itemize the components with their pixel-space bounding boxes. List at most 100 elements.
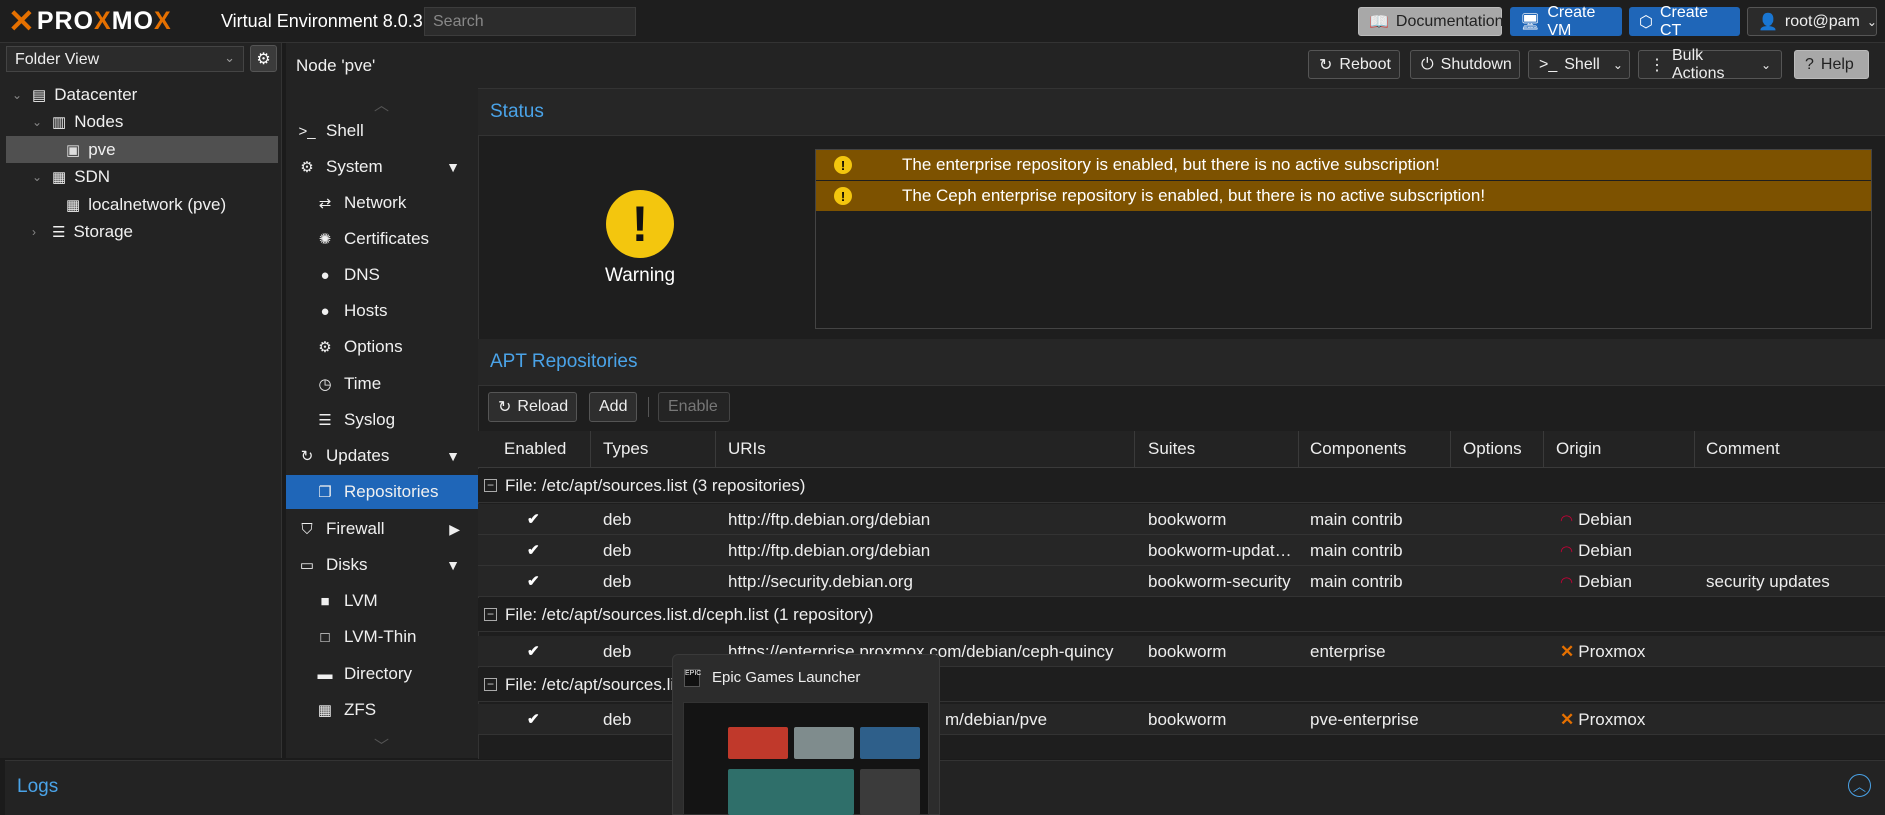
search-input[interactable]: Search <box>424 7 636 36</box>
user-menu-button[interactable]: 👤 root@pam ⌄ <box>1747 7 1877 36</box>
product-version: Virtual Environment 8.0.3 <box>221 11 423 31</box>
nav-syslog[interactable]: ☰ Syslog <box>286 403 478 437</box>
expand-icon[interactable]: ⌄ <box>32 170 44 184</box>
scroll-down-icon[interactable]: ﹀ <box>374 735 389 756</box>
tree-item-sdn[interactable]: ⌄ ▦ SDN <box>32 164 110 190</box>
thumbnail-tile <box>728 727 788 759</box>
terminal-icon: >_ <box>1539 55 1558 73</box>
column-header-options[interactable]: Options <box>1463 439 1522 459</box>
documentation-button[interactable]: 📖 Documentation <box>1358 7 1504 36</box>
shutdown-button[interactable]: ⏻ Shutdown <box>1410 50 1520 79</box>
cell-suite: bookworm <box>1148 710 1227 729</box>
logs-panel <box>5 760 1885 815</box>
expand-icon[interactable]: ⌄ <box>12 88 24 102</box>
thumbnail-tile <box>794 727 854 759</box>
nav-updates[interactable]: ↻ Updates ▼ <box>286 439 478 473</box>
column-header-origin[interactable]: Origin <box>1556 439 1601 459</box>
view-selector[interactable]: Folder View ⌄ <box>6 46 244 72</box>
table-group-header[interactable]: − File: /etc/apt/sources.list.d/ceph.list… <box>478 598 1885 632</box>
cube-icon: ⬡ <box>1639 13 1653 31</box>
apt-repositories-header: APT Repositories <box>478 339 1885 386</box>
proxmox-logo[interactable]: ✕ PROXMOX <box>8 3 172 39</box>
cell-origin: ✕ Proxmox <box>1560 710 1646 729</box>
nav-zfs[interactable]: ▦ ZFS <box>286 693 478 727</box>
nav-hosts[interactable]: ● Hosts <box>286 294 478 328</box>
cell-origin: ◠ Debian <box>1560 572 1632 591</box>
cell-uri: http://security.debian.org <box>728 572 913 591</box>
table-row[interactable]: ✔ deb http://ftp.debian.org/debian bookw… <box>478 504 1885 535</box>
column-header-types[interactable]: Types <box>603 439 648 459</box>
cell-components: main contrib <box>1310 510 1403 529</box>
column-divider <box>715 431 716 468</box>
nav-dns[interactable]: ● DNS <box>286 258 478 292</box>
tree-item-nodes[interactable]: ⌄ ▥ Nodes <box>32 109 123 135</box>
shell-button[interactable]: >_ Shell ⌄ <box>1528 50 1630 79</box>
column-header-suites[interactable]: Suites <box>1148 439 1195 459</box>
nav-options[interactable]: ⚙ Options <box>286 330 478 364</box>
thumbnail-tile <box>860 727 920 759</box>
tree-item-pve[interactable]: ▣ pve <box>66 137 116 163</box>
create-ct-button[interactable]: ⬡ Create CT <box>1629 4 1740 39</box>
column-divider <box>1543 431 1544 468</box>
expand-icon[interactable]: ⌄ <box>32 115 44 129</box>
expand-icon[interactable]: › <box>32 225 44 239</box>
nav-lvm-thin[interactable]: □ LVM-Thin <box>286 620 478 654</box>
nav-system[interactable]: ⚙ System ▼ <box>286 150 478 184</box>
nav-disks[interactable]: ▭ Disks ▼ <box>286 548 478 582</box>
column-divider <box>1694 431 1695 468</box>
table-group-header[interactable]: − File: /etc/apt/sources.list (3 reposito… <box>478 469 1885 503</box>
column-divider <box>1134 431 1135 468</box>
table-row[interactable]: ✔ deb http://security.debian.org bookwor… <box>478 566 1885 597</box>
add-button[interactable]: Add <box>589 392 637 422</box>
reload-button[interactable]: ↻ Reload <box>488 392 577 422</box>
grid-icon: ▦ <box>52 169 67 186</box>
enable-button[interactable]: Enable <box>658 392 730 422</box>
logs-title[interactable]: Logs <box>17 776 58 798</box>
nav-certificates[interactable]: ✺ Certificates <box>286 222 478 256</box>
column-header-uris[interactable]: URIs <box>728 439 766 459</box>
collapse-icon[interactable]: − <box>484 678 497 691</box>
scroll-up-icon[interactable]: ︿ <box>374 94 389 115</box>
tree-item-localnetwork[interactable]: ▦ localnetwork (pve) <box>66 192 226 218</box>
help-icon: ? <box>1805 55 1814 73</box>
nav-time[interactable]: ◷ Time <box>286 367 478 401</box>
grid-icon: ▦ <box>66 197 81 214</box>
more-vertical-icon: ⋮ <box>1649 56 1665 74</box>
cell-type: deb <box>603 710 632 729</box>
debian-logo-icon: ◠ <box>1560 543 1574 560</box>
column-header-components[interactable]: Components <box>1310 439 1406 459</box>
caret-down-icon: ▼ <box>446 557 460 573</box>
chevron-down-icon: ⌄ <box>224 50 235 65</box>
logo-x-icon: ✕ <box>8 3 35 39</box>
column-divider <box>590 431 591 468</box>
cell-uri: m/debian/pve <box>945 710 1048 729</box>
building-icon: ▥ <box>52 114 67 131</box>
bulk-actions-button[interactable]: ⋮ Bulk Actions ⌄ <box>1638 47 1782 82</box>
monitor-icon: 🖥 <box>1520 13 1541 31</box>
help-button[interactable]: ? Help <box>1794 50 1869 79</box>
nav-network[interactable]: ⇄ Network <box>286 186 478 220</box>
create-vm-button[interactable]: 🖥 Create VM <box>1510 4 1622 39</box>
nav-firewall[interactable]: ⛉ Firewall ▶ <box>286 512 478 546</box>
nav-directory[interactable]: ▬ Directory <box>286 657 478 691</box>
tree-item-storage[interactable]: › ☰ Storage <box>32 219 133 245</box>
column-header-comment[interactable]: Comment <box>1706 439 1780 459</box>
reboot-icon: ↻ <box>1319 56 1333 74</box>
tree-item-datacenter[interactable]: ⌄ ▤ Datacenter <box>12 82 137 108</box>
tree-selection-highlight <box>6 136 278 163</box>
cell-uri: http://ftp.debian.org/debian <box>728 510 931 529</box>
caret-down-icon: ▼ <box>446 159 460 175</box>
nav-lvm[interactable]: ■ LVM <box>286 584 478 618</box>
gear-icon[interactable]: ⚙ <box>250 45 277 72</box>
nav-shell[interactable]: >_ Shell <box>286 114 478 148</box>
collapse-icon[interactable]: − <box>484 608 497 621</box>
cell-suite: bookworm <box>1148 642 1227 661</box>
nav-repositories[interactable]: ❐ Repositories <box>286 475 478 509</box>
window-thumbnail[interactable] <box>683 702 929 815</box>
reboot-button[interactable]: ↻ Reboot <box>1308 50 1400 79</box>
expand-logs-icon[interactable]: ︿ <box>1848 774 1871 797</box>
collapse-icon[interactable]: − <box>484 479 497 492</box>
table-row[interactable]: ✔ deb http://ftp.debian.org/debian bookw… <box>478 535 1885 566</box>
cell-suite: bookworm-security <box>1148 572 1291 591</box>
column-header-enabled[interactable]: Enabled <box>504 439 566 459</box>
